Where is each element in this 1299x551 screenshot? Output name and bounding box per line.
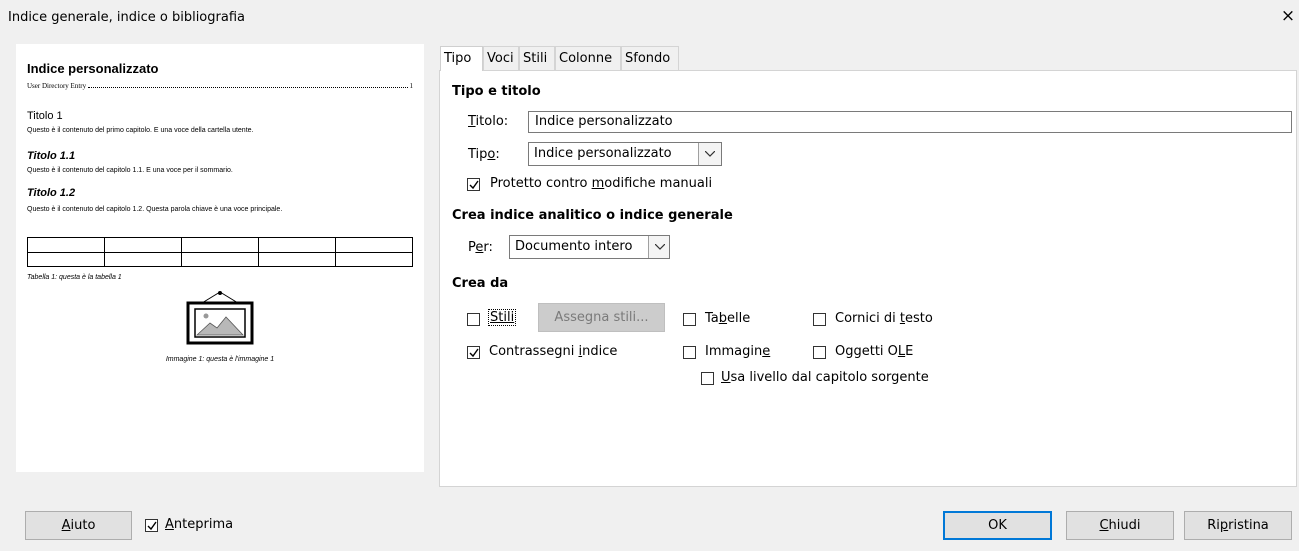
- section-crea-indice: Crea indice analitico o indice generale: [452, 208, 733, 223]
- tabelle-checkbox[interactable]: [683, 313, 696, 326]
- close-icon[interactable]: ×: [1280, 6, 1296, 26]
- chiudi-button[interactable]: Chiudi: [1066, 511, 1174, 540]
- contrassegni-label[interactable]: Contrassegni indice: [489, 344, 617, 359]
- tab-voci[interactable]: Voci: [483, 46, 519, 70]
- preview-titolo-1-text: Questo è il contenuto del primo capitolo…: [27, 127, 254, 134]
- preview-entry-label: User Directory Entry: [27, 82, 87, 90]
- oggetti-ole-label[interactable]: Oggetti OLE: [835, 344, 913, 359]
- anteprima-checkbox[interactable]: [145, 519, 158, 532]
- tab-stili[interactable]: Stili: [519, 46, 555, 70]
- tabelle-label[interactable]: Tabelle: [705, 311, 750, 326]
- usa-livello-label[interactable]: Usa livello dal capitolo sorgente: [721, 370, 929, 385]
- cornici-checkbox[interactable]: [813, 313, 826, 326]
- preview-table-caption: Tabella 1: questa è la tabella 1: [27, 274, 122, 281]
- stili-label[interactable]: Stili: [487, 309, 517, 326]
- assegna-stili-button[interactable]: Assegna stili...: [538, 303, 665, 332]
- tab-sfondo[interactable]: Sfondo: [621, 46, 679, 70]
- check-icon: [469, 348, 479, 358]
- protetto-label[interactable]: Protetto contro modifiche manuali: [490, 176, 712, 191]
- chevron-down-icon[interactable]: [648, 236, 669, 258]
- immagine-checkbox[interactable]: [683, 346, 696, 359]
- per-select[interactable]: Documento intero: [509, 235, 670, 259]
- contrassegni-checkbox[interactable]: [467, 346, 480, 359]
- anteprima-label[interactable]: Anteprima: [165, 517, 233, 532]
- per-label: Per:: [468, 240, 493, 255]
- preview-entry-dots: [88, 87, 408, 88]
- tipo-select[interactable]: Indice personalizzato: [528, 142, 722, 166]
- preview-image-caption: Immagine 1: questa è l'immagine 1: [165, 356, 275, 363]
- dialog-title: Indice generale, indice o bibliografia: [8, 10, 245, 25]
- section-tipo-e-titolo: Tipo e titolo: [452, 84, 541, 99]
- preview-table: [27, 237, 413, 267]
- preview-titolo-1-1-text: Questo è il contenuto del capitolo 1.1. …: [27, 167, 233, 174]
- usa-livello-checkbox[interactable]: [701, 372, 714, 385]
- check-icon: [147, 521, 157, 531]
- tab-colonne[interactable]: Colonne: [555, 46, 621, 70]
- tab-tipo[interactable]: Tipo: [440, 46, 483, 71]
- oggetti-ole-checkbox[interactable]: [813, 346, 826, 359]
- preview-heading: Indice personalizzato: [27, 61, 159, 76]
- preview-pane: Indice personalizzato User Directory Ent…: [16, 44, 424, 472]
- preview-entry-row: User Directory Entry 1: [27, 82, 413, 90]
- stili-checkbox[interactable]: [467, 313, 480, 326]
- per-select-value: Documento intero: [515, 239, 633, 254]
- titolo-input[interactable]: Indice personalizzato: [528, 111, 1292, 133]
- ripristina-button[interactable]: Ripristina: [1184, 511, 1292, 540]
- titolo-label: Titolo:: [468, 114, 509, 129]
- tipo-select-value: Indice personalizzato: [534, 146, 672, 161]
- preview-entry-page: 1: [409, 82, 414, 90]
- protetto-checkbox[interactable]: [467, 178, 480, 191]
- immagine-label[interactable]: Immagine: [705, 344, 770, 359]
- chevron-down-icon[interactable]: [698, 143, 721, 165]
- preview-titolo-1-2: Titolo 1.2: [27, 187, 76, 199]
- preview-titolo-1-1: Titolo 1.1: [27, 150, 76, 162]
- aiuto-button[interactable]: Aiuto: [25, 511, 132, 540]
- ok-button[interactable]: OK: [943, 511, 1052, 540]
- preview-titolo-1: Titolo 1: [27, 110, 63, 122]
- tipo-label: Tipo:: [468, 147, 500, 162]
- framed-picture-icon: [184, 290, 256, 346]
- section-crea-da: Crea da: [452, 276, 509, 291]
- cornici-label[interactable]: Cornici di testo: [835, 311, 933, 326]
- preview-titolo-1-2-text: Questo è il contenuto del capitolo 1.2. …: [27, 206, 283, 213]
- check-icon: [469, 180, 479, 190]
